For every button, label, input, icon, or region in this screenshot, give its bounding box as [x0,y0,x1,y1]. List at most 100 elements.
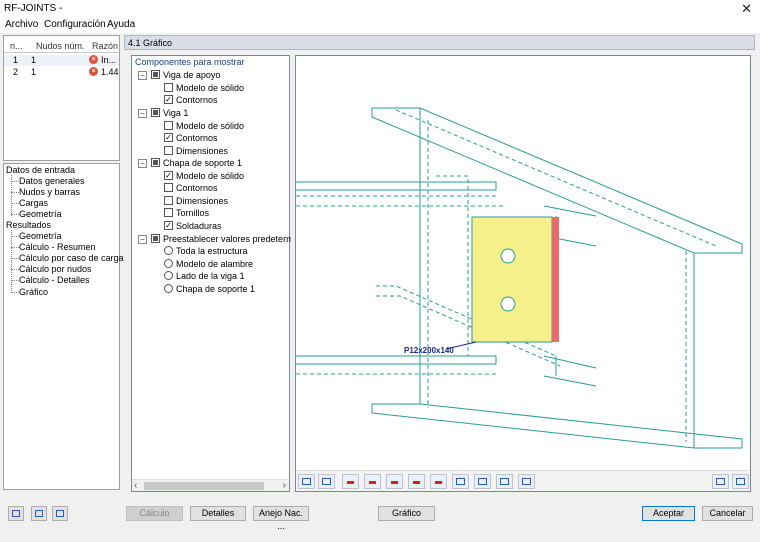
item-label: Contornos [176,183,218,193]
group-beam-1[interactable]: − Viga 1 [138,107,288,119]
checkbox[interactable] [164,121,173,130]
nav-calc-by-node[interactable]: Cálculo por nudos [19,264,92,274]
radio[interactable] [164,271,173,280]
view-minus-y-button[interactable] [408,474,425,489]
col-header-n[interactable]: n... [10,41,23,51]
scroll-left-icon[interactable]: ‹ [134,480,137,491]
accept-button[interactable]: Aceptar [642,506,695,521]
details-button[interactable]: Detalles [190,506,246,521]
collapse-icon[interactable]: − [138,109,147,118]
checkbox[interactable] [164,196,173,205]
nav-geometry-input[interactable]: Geometría [19,209,62,219]
view-z-button[interactable] [430,474,447,489]
col-header-ratio[interactable]: Razón [92,41,118,51]
tree-line [11,203,19,204]
preset-option[interactable]: Chapa de soporte 1 [164,283,284,295]
nav-graphic[interactable]: Gráfico [19,287,48,297]
group-checkbox[interactable] [151,70,160,79]
group-checkbox[interactable] [151,234,160,243]
group-checkbox[interactable] [151,158,160,167]
menu-configuracion[interactable]: Configuración [44,19,106,30]
cancel-button[interactable]: Cancelar [702,506,753,521]
view-wire-button[interactable] [318,474,335,489]
export-button[interactable] [31,506,47,521]
table-row[interactable]: 1 1 × In... [4,55,119,66]
table-row[interactable]: 2 1 × 1.44 [4,67,119,78]
item-label: Tornillos [176,208,210,218]
preset-option[interactable]: Lado de la viga 1 [164,270,284,282]
zoom-button[interactable] [496,474,513,489]
radio[interactable] [164,246,173,255]
row-nodes: 1 [31,55,37,65]
group-support-plate-1[interactable]: − Chapa de soporte 1 [138,157,288,169]
radio[interactable] [164,259,173,268]
checkbox[interactable]: ✓ [164,221,173,230]
preset-option[interactable]: Modelo de alambre [164,258,284,270]
row-nodes: 1 [31,67,37,77]
view-3d-button[interactable] [474,474,491,489]
view-x-button[interactable] [342,474,359,489]
row-ratio: In... [101,55,117,65]
nav-loads[interactable]: Cargas [19,198,48,208]
nav-calc-details[interactable]: Cálculo - Detalles [19,275,90,285]
tree-line [11,192,19,193]
nav-calc-summary[interactable]: Cálculo - Resumen [19,242,96,252]
tree-item[interactable]: Contornos [164,182,284,194]
checkbox[interactable]: ✓ [164,133,173,142]
view-iso-button[interactable] [452,474,469,489]
scroll-right-icon[interactable]: › [283,480,286,491]
group-checkbox[interactable] [151,108,160,117]
scroll-thumb[interactable] [144,482,264,490]
view-solid-button[interactable] [298,474,315,489]
view-minus-x-button[interactable] [364,474,381,489]
menu-archivo[interactable]: Archivo [5,19,38,30]
nav-nodes-members[interactable]: Nudos y barras [19,187,80,197]
preset-option[interactable]: Toda la estructura [164,245,284,257]
nav-calc-by-loadcase[interactable]: Cálculo por caso de carga [19,253,124,263]
checkbox[interactable]: ✓ [164,171,173,180]
group-presets[interactable]: − Preestablecer valores predetermina [138,233,291,245]
checkbox[interactable] [164,146,173,155]
save-image-button[interactable] [712,474,729,489]
horizontal-scrollbar[interactable]: ‹ › [132,479,289,491]
collapse-icon[interactable]: − [138,235,147,244]
weld [552,217,559,342]
group-supporting-beam[interactable]: − Viga de apoyo [138,69,288,81]
tree-item[interactable]: ✓ Contornos [164,94,284,106]
graphic-viewport[interactable]: P12x200x140 [295,55,751,492]
nav-input-data[interactable]: Datos de entrada [6,165,75,175]
item-label: Modelo de sólido [176,121,245,131]
tree-line [11,247,19,248]
tree-item[interactable]: Dimensiones [164,195,284,207]
checkbox[interactable]: ✓ [164,95,173,104]
help-button[interactable] [8,506,24,521]
tree-line [11,292,19,293]
annex-button[interactable]: Anejo Nac. ... [253,506,309,531]
collapse-icon[interactable]: − [138,71,147,80]
collapse-icon[interactable]: − [138,159,147,168]
tree-item[interactable]: Tornillos [164,207,284,219]
checkbox[interactable] [164,208,173,217]
print-button[interactable] [732,474,749,489]
render-button[interactable] [518,474,535,489]
import-button[interactable] [52,506,68,521]
close-icon[interactable]: ✕ [741,1,752,17]
nav-geometry-results[interactable]: Geometría [19,231,62,241]
nav-general-data[interactable]: Datos generales [19,176,85,186]
col-header-nodes[interactable]: Nudos núm. [36,41,85,51]
graphic-button[interactable]: Gráfico [378,506,435,521]
menu-ayuda[interactable]: Ayuda [107,19,135,30]
nav-results[interactable]: Resultados [6,220,51,230]
checkbox[interactable] [164,83,173,92]
tree-item[interactable]: Dimensiones [164,145,284,157]
tree-item[interactable]: ✓ Soldaduras [164,220,284,232]
calc-button[interactable]: Cálculo [126,506,183,521]
tree-item[interactable]: ✓ Contornos [164,132,284,144]
tree-item[interactable]: ✓ Modelo de sólido [164,170,284,182]
tree-item[interactable]: Modelo de sólido [164,82,284,94]
radio[interactable] [164,284,173,293]
export-icon [35,510,43,517]
view-y-button[interactable] [386,474,403,489]
tree-item[interactable]: Modelo de sólido [164,120,284,132]
checkbox[interactable] [164,183,173,192]
